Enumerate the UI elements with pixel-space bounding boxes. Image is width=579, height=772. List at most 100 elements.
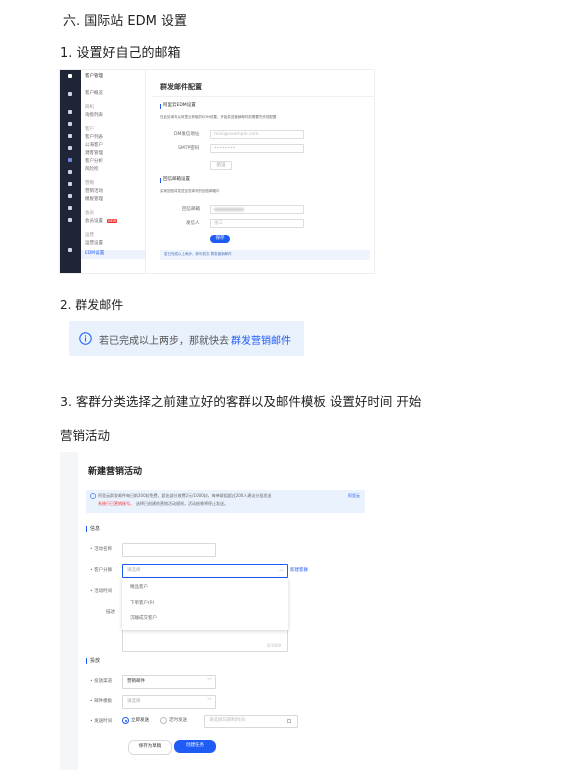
side-item-edm[interactable]: EDM设置	[85, 251, 104, 257]
settings-icon	[68, 248, 72, 252]
sender-label: 发信人	[186, 221, 200, 226]
info-tip: 若已完成以上两步，那就快去 群发营销邮件	[69, 321, 304, 356]
group-dropdown: 精品客户 下单客户(P) 沉睡成交客户	[122, 578, 288, 630]
campaign-title: 新建营销活动	[88, 467, 143, 477]
channel-label: • 投放渠道	[90, 679, 113, 684]
verify-button[interactable]: 验证	[210, 161, 232, 170]
bell-icon	[68, 194, 72, 198]
radio-timed[interactable]	[160, 717, 167, 724]
sendtime-label: • 发送时间	[90, 719, 113, 724]
notice-text: 阿里云群发邮件每日前200封免费，超出部分收费2元/1000封，每单群组超过20…	[98, 493, 272, 498]
dm-address-input[interactable]: mail@example.com	[210, 130, 304, 139]
side-group: 客户	[85, 127, 94, 132]
chevron-up-icon: ︿	[279, 567, 285, 573]
notice-red: 系统只已营销账号。	[98, 501, 134, 506]
chevron-down-icon: ﹀	[207, 678, 213, 684]
info-section-title: 信息	[90, 526, 101, 532]
dropdown-option[interactable]: 下单客户(P)	[130, 601, 154, 607]
edm-panel: 群发邮件配置 阿里云EDM设置 在此处填写从阿里云获取的EDM设置，开始发送营销…	[152, 74, 374, 273]
step3-heading-cont: 营销活动	[60, 428, 111, 443]
side-group: 会员	[85, 211, 94, 216]
chevron-down-icon: ﹀	[207, 698, 213, 704]
grid-icon	[68, 122, 72, 126]
blurred-email	[214, 208, 244, 211]
section-title: 六. 国际站 EDM 设置	[63, 14, 187, 29]
desc-label: 描述	[106, 610, 115, 615]
tag-icon	[68, 170, 72, 174]
panel-tip: 若已完成以上两步，即可前去 群发营销邮件	[160, 250, 370, 260]
save-button[interactable]: 保存	[210, 235, 230, 243]
edm-config-screenshot: 客户管理 客户概览 商机 询盘列表 客户 客户列表 公海客户 潜客管理 客户分析…	[60, 70, 374, 273]
char-counter: 0/1000	[267, 643, 282, 648]
time-label: • 活动时间	[90, 589, 113, 594]
star-icon	[68, 182, 72, 186]
info-icon	[79, 332, 92, 345]
template-label: • 邮件模板	[90, 699, 113, 704]
dropdown-option[interactable]: 沉睡成交客户	[130, 616, 157, 622]
side-group: 营销	[85, 181, 94, 186]
list-icon	[68, 92, 72, 96]
smtp-password-input[interactable]: ••••••••	[210, 144, 304, 153]
smtp-label: SMTP密码	[178, 146, 200, 151]
bulk-mail-link[interactable]: 群发营销邮件	[231, 332, 291, 347]
template-select[interactable]: 请选择 ﹀	[122, 695, 216, 709]
reply-section-title: 回信邮箱设置	[163, 177, 190, 182]
group-label: • 客户分群	[90, 568, 113, 573]
side-group: 运营	[85, 233, 94, 238]
dm-label: DM发信地址	[174, 132, 200, 137]
step3-heading: 3. 客群分类选择之前建立好的客群以及邮件模板 设置好时间 开始	[60, 394, 422, 409]
mail-icon	[68, 146, 72, 150]
side-item[interactable]: 客户列表	[85, 135, 103, 141]
create-task-button[interactable]: 创建任务	[174, 740, 216, 753]
side-item[interactable]: 客户分析	[85, 159, 103, 165]
side-item[interactable]: 公海客户	[85, 143, 103, 149]
dropdown-option[interactable]: 精品客户	[130, 585, 148, 591]
gear-icon	[68, 206, 72, 210]
notice-info-icon	[90, 493, 96, 499]
datetime-input[interactable]: 请选择日期和时间	[204, 715, 298, 728]
panel-title: 群发邮件配置	[160, 83, 202, 91]
side-item[interactable]: 营销活动	[85, 189, 103, 195]
new-badge: NEW	[107, 219, 118, 223]
side-item[interactable]: 潜客管理	[85, 151, 103, 157]
user-icon	[68, 110, 72, 114]
customer-group-select[interactable]: 请选择 ︿	[122, 564, 288, 578]
notice-box: 阿里云群发邮件每日前200封免费，超出部分收费2元/1000封，每单群组超过20…	[86, 490, 365, 513]
home-icon	[68, 74, 72, 78]
save-draft-button[interactable]: 保存为草稿	[128, 740, 172, 755]
radio-now[interactable]	[122, 717, 129, 724]
new-campaign-screenshot: 新建营销活动 阿里云群发邮件每日前200封免费，超出部分收费2元/1000封，每…	[60, 452, 365, 770]
chart-icon	[68, 158, 72, 162]
notice-text-2: 选择已创建的营销活动规则，活动结果将停止发送。	[136, 501, 228, 506]
side-item[interactable]: 客户概览	[85, 91, 103, 97]
name-input[interactable]	[122, 543, 216, 557]
chat-icon	[68, 134, 72, 138]
tip-text: 若已完成以上两步，那就快去	[99, 336, 229, 347]
dark-icon-rail	[60, 70, 81, 273]
reply-mail-input[interactable]	[210, 205, 304, 214]
side-menu: 客户管理 客户概览 商机 询盘列表 客户 客户列表 公海客户 潜客管理 客户分析…	[81, 70, 146, 273]
name-label: • 活动名称	[90, 547, 113, 552]
campaign-card: 新建营销活动 阿里云群发邮件每日前200封免费，超出部分收费2元/1000封，每…	[78, 452, 365, 770]
send-section-title: 投放	[90, 658, 101, 664]
doc-icon	[68, 218, 72, 222]
radio-now-label: 立即发送	[131, 718, 149, 723]
new-group-link[interactable]: 新建客群	[290, 568, 308, 574]
step1-heading: 1. 设置好自己的邮箱	[60, 46, 181, 61]
aliyun-section-title: 阿里云EDM设置	[163, 103, 196, 108]
side-item[interactable]: 会员设置	[85, 219, 103, 225]
side-item[interactable]: 客户管理	[85, 74, 103, 80]
side-item[interactable]: 运营设置	[85, 241, 103, 247]
side-group: 商机	[85, 105, 94, 110]
side-item[interactable]: 询盘列表	[85, 113, 103, 119]
aliyun-desc: 在此处填写从阿里云获取的EDM设置，开始发送营销邮件前需要先完成配置	[160, 115, 277, 119]
side-item[interactable]: 风险检	[85, 167, 99, 173]
channel-select[interactable]: 营销邮件 ﹀	[122, 675, 216, 689]
step2-heading: 2. 群发邮件	[60, 298, 124, 312]
sender-input[interactable]: 张三	[210, 219, 304, 228]
notice-link[interactable]: 阿里云	[348, 494, 360, 498]
reply-mail-label: 回信邮箱	[182, 207, 200, 212]
side-item[interactable]: 模板管理	[85, 197, 103, 203]
radio-timed-label: 定时发送	[169, 718, 187, 723]
calendar-icon	[287, 719, 291, 723]
